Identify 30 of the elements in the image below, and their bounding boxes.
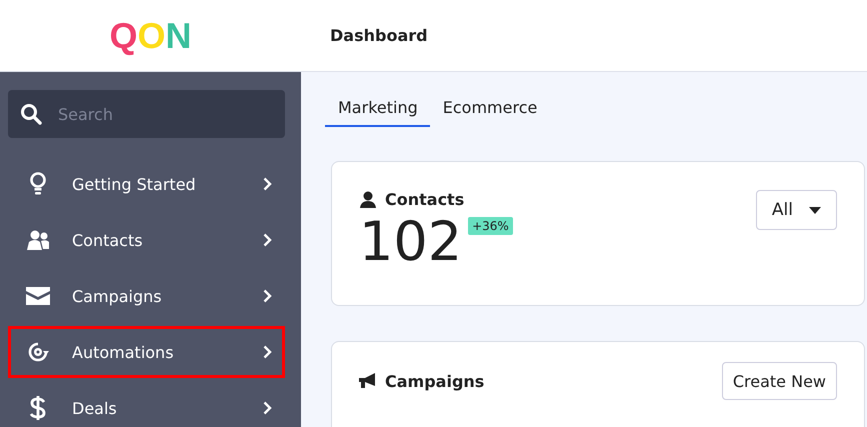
filter-dropdown[interactable]: All bbox=[756, 190, 837, 230]
logo: QON bbox=[109, 18, 192, 54]
envelope-icon bbox=[26, 287, 50, 305]
chevron-icon bbox=[263, 345, 272, 359]
dollar-icon bbox=[29, 395, 47, 421]
search-field[interactable]: Search bbox=[8, 90, 285, 138]
chevron-icon bbox=[263, 401, 272, 415]
caret-icon bbox=[809, 206, 821, 214]
contact-count: 102 bbox=[359, 215, 462, 269]
chevron-icon bbox=[263, 289, 272, 303]
create-new-button[interactable]: Create New bbox=[722, 362, 837, 400]
person-icon bbox=[359, 191, 377, 208]
change-badge: +36% bbox=[468, 217, 513, 235]
page-title: Dashboard bbox=[330, 26, 428, 45]
contacts-icon bbox=[26, 228, 50, 252]
sidebar-item[interactable]: Deals bbox=[8, 382, 285, 427]
card-title: Contacts bbox=[385, 190, 464, 209]
card-title: Campaigns bbox=[385, 372, 484, 390]
sidebar-item[interactable]: Campaigns bbox=[8, 270, 285, 322]
sidebar-item[interactable]: Contacts bbox=[8, 214, 285, 266]
tab[interactable]: Marketing bbox=[325, 96, 430, 127]
search-icon bbox=[20, 103, 42, 125]
megaphone-icon bbox=[359, 373, 377, 389]
sidebar-item[interactable]: Automations bbox=[8, 326, 285, 378]
tab[interactable]: Ecommerce bbox=[430, 96, 550, 127]
lightbulb-icon bbox=[29, 172, 47, 196]
gear-cycle-icon bbox=[26, 340, 50, 364]
chevron-icon bbox=[263, 177, 272, 191]
sidebar-item[interactable]: Getting Started bbox=[8, 158, 285, 210]
chevron-icon bbox=[263, 233, 272, 247]
